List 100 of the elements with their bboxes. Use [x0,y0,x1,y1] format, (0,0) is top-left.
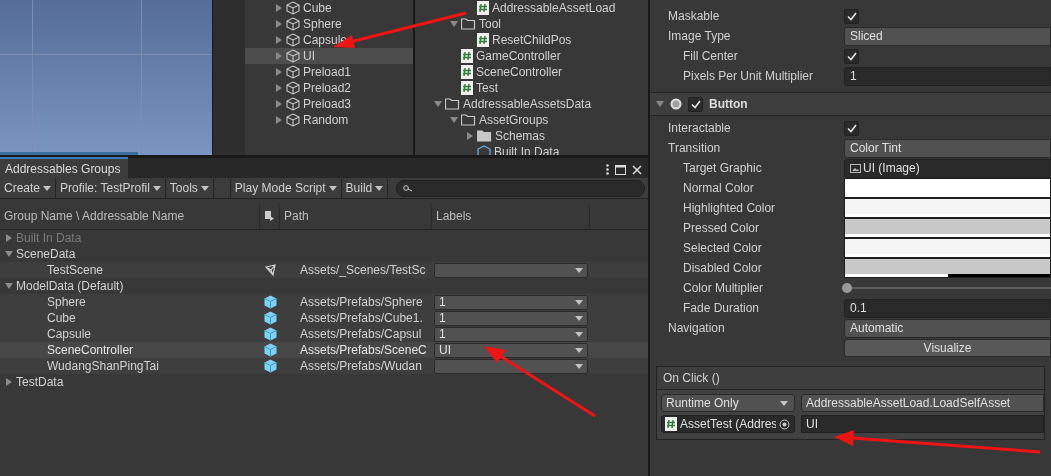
cube-icon [286,17,300,31]
expanded-arrow-icon[interactable] [5,250,13,258]
expanded-arrow-icon[interactable] [450,116,458,124]
entry-name[interactable]: Cube [0,311,260,325]
game-object-name[interactable]: Sphere [303,17,342,31]
property-label: Highlighted Color [683,201,776,215]
collapsed-arrow-icon[interactable] [275,100,283,108]
number-field[interactable]: 0.1 [844,298,1051,318]
dropdown[interactable]: Sliced [844,26,1051,46]
labels-dropdown[interactable] [434,358,588,374]
collapsed-arrow-icon[interactable] [466,132,474,140]
asset-path: Assets/Prefabs/Sphere [299,295,424,309]
script-icon [461,81,473,95]
prefab-cube-icon [263,359,277,373]
labels-dropdown[interactable]: 1 [434,326,588,342]
collapsed-arrow-icon[interactable] [275,36,283,44]
folder-name[interactable]: Tool [479,17,501,31]
collapsed-arrow-icon[interactable] [275,84,283,92]
property-label: Fill Center [683,49,738,63]
property-label: Interactable [668,121,731,135]
group-name[interactable]: SceneData [16,247,76,261]
game-object-name[interactable]: UI [303,49,315,63]
prefab-cube-icon [263,311,277,325]
file-name[interactable]: AddressableAssetLoad [492,1,616,15]
checkbox[interactable] [844,48,859,64]
target-icon[interactable] [779,418,790,430]
checkbox[interactable] [688,96,703,112]
dropdown-arrow-icon [575,267,583,273]
column-header[interactable]: Labels [432,203,590,229]
game-object-name[interactable]: Preload2 [303,81,352,95]
entry-name[interactable]: SceneController [0,343,260,357]
dropdown-arrow-icon [780,400,788,406]
checkbox[interactable] [844,8,859,24]
color-swatch[interactable] [844,198,1051,218]
asset-icon [477,145,491,155]
dropdown[interactable]: Automatic [844,318,1051,338]
group-name[interactable]: ModelData (Default) [16,279,124,293]
asset-path: Assets/Prefabs/Wudan [299,359,423,373]
button-component-icon [670,98,682,110]
collapsed-arrow-icon[interactable] [275,20,283,28]
group-name[interactable]: TestData [16,375,64,389]
entry-name[interactable]: Capsule [0,327,260,341]
property-label: Normal Color [683,181,754,195]
script-icon [477,33,489,47]
expanded-arrow-icon[interactable] [434,100,442,108]
object-field[interactable]: UI (Image) [844,158,1051,178]
visualize-button[interactable]: Visualize [844,339,1051,357]
labels-dropdown[interactable]: 1 [434,310,588,326]
function-dropdown[interactable]: AddressableAssetLoad.LoadSelfAsset [801,394,1044,412]
game-object-name[interactable]: Preload1 [303,65,352,79]
maximize-icon[interactable] [615,164,626,175]
column-header[interactable]: Path [280,203,432,229]
entry-name[interactable]: Sphere [0,295,260,309]
labels-dropdown[interactable] [434,262,588,278]
property-label: Target Graphic [683,161,762,175]
slider-thumb[interactable] [842,283,852,293]
expanded-arrow-icon[interactable] [5,282,13,290]
dropdown-arrow-icon [43,185,52,191]
folder-name[interactable]: AddressableAssetsData [463,97,592,111]
runtime-dropdown[interactable]: Runtime Only [661,394,795,412]
panel-tab[interactable]: Addressables Groups [0,157,129,178]
asset-type-icon [265,211,274,221]
file-name[interactable]: Test [476,81,498,95]
column-header[interactable]: Group Name \ Addressable Name [0,203,260,229]
asset-path: Assets/_Scenes/TestSc [299,263,427,277]
property-label: Transition [668,141,721,155]
collapsed-arrow-icon[interactable] [275,116,283,124]
asset-path: Assets/Prefabs/SceneC [299,343,428,357]
file-name[interactable]: GameController [476,49,561,63]
cube-icon [286,113,300,127]
collapsed-arrow-icon[interactable] [5,378,13,386]
labels-dropdown[interactable]: UI [434,342,588,358]
number-field[interactable]: 1 [844,66,1051,86]
folder-name[interactable]: AssetGroups [479,113,549,127]
entry-name[interactable]: WudangShanPingTai [0,359,260,373]
argument-field[interactable]: UI [801,415,1044,433]
game-object-name[interactable]: Preload3 [303,97,352,111]
folder-name[interactable]: Schemas [495,129,546,143]
expanded-arrow-icon[interactable] [656,100,664,108]
game-object-name[interactable]: Random [303,113,349,127]
checkbox[interactable] [844,120,859,136]
search-field[interactable] [396,179,645,197]
entry-name[interactable]: TestScene [0,263,260,277]
more-options-icon[interactable] [606,164,609,175]
dropdown[interactable]: Color Tint [844,138,1051,158]
search-icon [403,184,414,192]
file-name[interactable]: ResetChildPos [492,33,572,47]
collapsed-arrow-icon[interactable] [275,4,283,12]
labels-dropdown[interactable]: 1 [434,294,588,310]
collapsed-arrow-icon[interactable] [275,52,283,60]
file-name[interactable]: SceneController [476,65,563,79]
prefab-cube-icon [263,295,277,309]
game-object-name[interactable]: Cube [303,1,332,15]
color-swatch[interactable] [844,258,1051,278]
close-icon[interactable] [632,164,642,175]
expanded-arrow-icon[interactable] [450,20,458,28]
color-swatch[interactable] [844,178,1051,198]
collapsed-arrow-icon[interactable] [275,68,283,76]
color-swatch[interactable] [844,238,1051,258]
color-swatch[interactable] [844,218,1051,238]
